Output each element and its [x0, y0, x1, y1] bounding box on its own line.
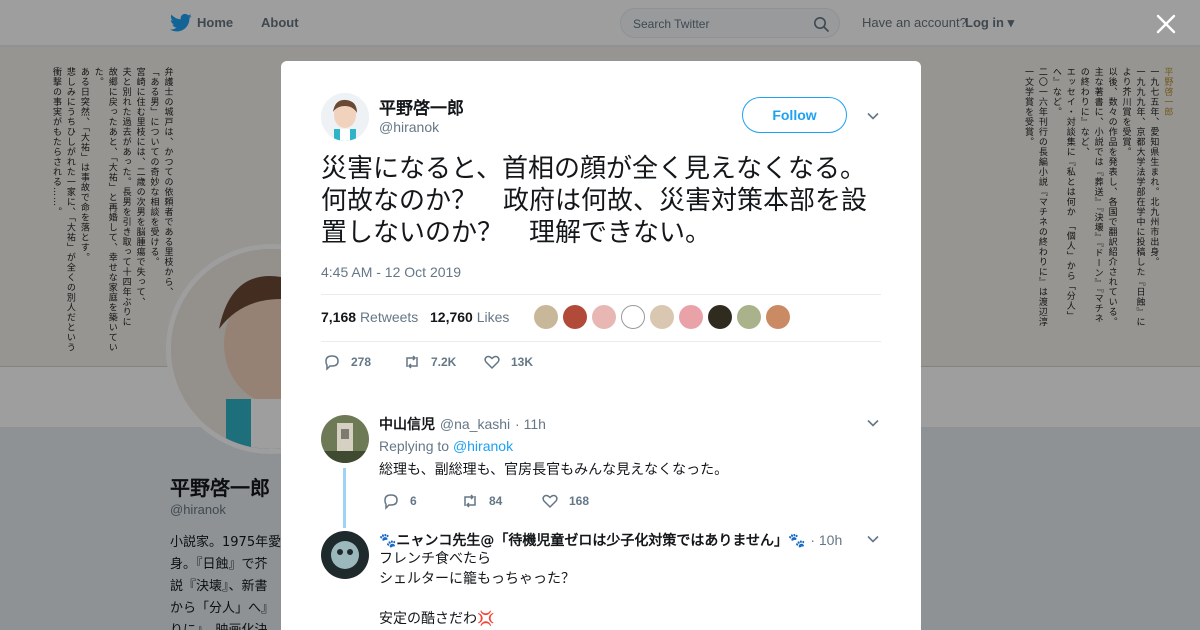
close-icon[interactable]: [1154, 12, 1178, 36]
chevron-down-icon[interactable]: [866, 109, 880, 123]
heart-icon: [542, 494, 558, 509]
like-button[interactable]: 13K: [483, 353, 533, 371]
author-name[interactable]: 平野啓一郎: [379, 94, 464, 119]
retweets-label: Retweets: [359, 309, 419, 325]
reply-author[interactable]: 中山信児 @na_kashi · 11h: [379, 414, 546, 434]
like-count: 168: [569, 494, 590, 508]
likes-label: Likes: [476, 309, 510, 325]
tweet-text: 災害になると、首相の顔が全く見えなくなる。何故なのか？ 政府は何故、災害対策本部…: [321, 154, 868, 248]
liker-avatars: [534, 305, 790, 331]
likes-count: 12,760: [430, 309, 473, 325]
liker-avatar[interactable]: [766, 305, 790, 329]
reply-time[interactable]: · 10h: [810, 532, 842, 548]
reply-button[interactable]: 278: [323, 353, 371, 371]
like-count: 13K: [511, 355, 534, 369]
replying-to-link[interactable]: @hiranok: [453, 438, 513, 454]
chevron-down-icon[interactable]: [866, 532, 880, 546]
reply-author[interactable]: 🐾ニャンコ先生@「待機児童ゼロは少子化対策ではありません」🐾 · 10h: [379, 530, 842, 550]
replying-to: Replying to @hiranok: [379, 438, 513, 454]
chevron-down-icon[interactable]: [866, 416, 880, 430]
retweet-count: 7.2K: [431, 355, 457, 369]
like-button[interactable]: 168: [541, 492, 589, 510]
liker-avatar[interactable]: [679, 305, 703, 329]
author-handle[interactable]: @hiranok: [379, 119, 439, 135]
liker-avatar[interactable]: [708, 305, 732, 329]
avatar-illustration: [321, 531, 369, 579]
liker-avatar[interactable]: [650, 305, 674, 329]
thread-line: [343, 468, 346, 528]
reply-text: 総理も、副総理も、官房長官もみんな見えなくなった。: [379, 462, 729, 478]
likes-stat[interactable]: 12,760 Likes: [430, 309, 509, 325]
reply-button[interactable]: 6: [382, 492, 417, 510]
reply-author-handle: @na_kashi: [439, 416, 511, 432]
reply-author-name: 🐾ニャンコ先生@「待機児童ゼロは少子化対策ではありません」🐾: [379, 533, 806, 549]
reply-avatar[interactable]: [321, 415, 369, 463]
tweet-timestamp[interactable]: 4:45 AM - 12 Oct 2019: [321, 264, 461, 280]
retweets-stat[interactable]: 7,168 Retweets: [321, 309, 418, 325]
liker-avatar[interactable]: [592, 305, 616, 329]
retweets-count: 7,168: [321, 309, 357, 325]
follow-button[interactable]: Follow: [742, 97, 847, 133]
liker-avatar[interactable]: [621, 305, 645, 329]
retweet-count: 84: [489, 494, 503, 508]
reply-icon: [384, 494, 398, 510]
reply-text: 安定の酷さだわ💢: [379, 611, 495, 627]
reply-icon: [325, 355, 339, 371]
tweet-modal: 平野啓一郎 @hiranok Follow 災害になると、首相の顔が全く見えなく…: [281, 61, 921, 630]
heart-icon: [484, 355, 500, 370]
reply-author-name: 中山信児: [379, 417, 435, 433]
retweet-button[interactable]: 84: [461, 492, 502, 510]
retweet-icon: [464, 494, 476, 508]
divider: [321, 294, 881, 295]
author-avatar[interactable]: [321, 93, 369, 141]
avatar-illustration: [321, 415, 369, 463]
replying-to-prefix: Replying to: [379, 438, 450, 454]
reply-count: 6: [410, 494, 417, 508]
reply-text: フレンチ食べたら: [379, 551, 491, 567]
retweet-icon: [406, 355, 418, 369]
avatar-illustration: [321, 93, 369, 141]
reply-count: 278: [351, 355, 372, 369]
reply-time[interactable]: · 11h: [515, 416, 546, 432]
divider: [321, 341, 881, 342]
liker-avatar[interactable]: [563, 305, 587, 329]
reply-avatar[interactable]: [321, 531, 369, 579]
liker-avatar[interactable]: [534, 305, 558, 329]
retweet-button[interactable]: 7.2K: [403, 353, 456, 371]
liker-avatar[interactable]: [737, 305, 761, 329]
reply-text: シェルターに籠もっちゃった？: [379, 571, 575, 587]
